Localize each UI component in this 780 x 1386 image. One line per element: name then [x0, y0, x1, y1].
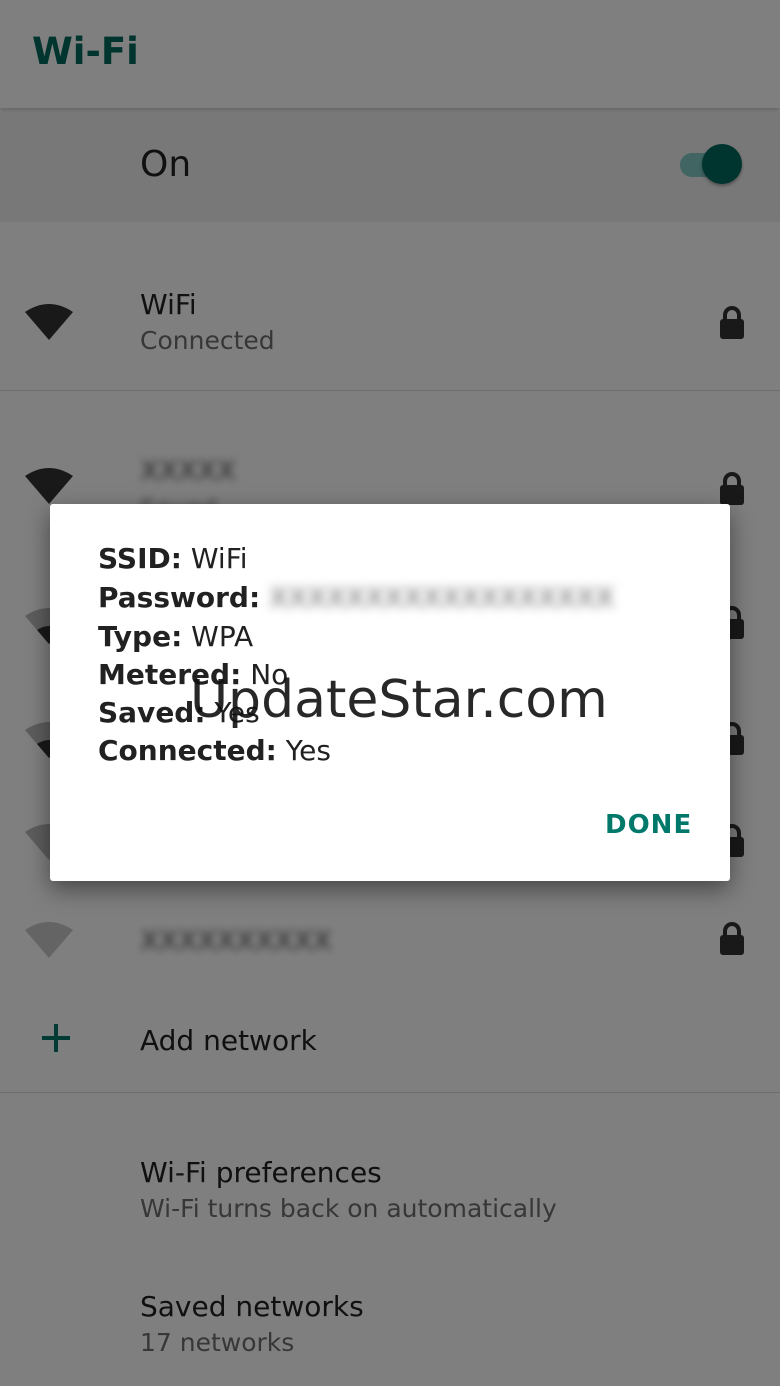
watermark: UpdateStar.com: [190, 670, 608, 730]
type-value: WPA: [191, 620, 254, 653]
dialog-ssid-line: SSID: WiFi: [98, 542, 248, 575]
ssid-key: SSID:: [98, 542, 182, 575]
dialog-connected-line: Connected: Yes: [98, 734, 331, 767]
ssid-value: WiFi: [190, 542, 248, 575]
dialog-password-line: Password: XXXXXXXXXXXXXXXXXX: [98, 581, 614, 614]
password-value: XXXXXXXXXXXXXXXXXX: [269, 581, 615, 614]
done-button[interactable]: DONE: [605, 810, 692, 840]
connected-value: Yes: [285, 734, 331, 767]
password-key: Password:: [98, 581, 261, 614]
connected-key: Connected:: [98, 734, 277, 767]
type-key: Type:: [98, 620, 183, 653]
dialog-type-line: Type: WPA: [98, 620, 253, 653]
